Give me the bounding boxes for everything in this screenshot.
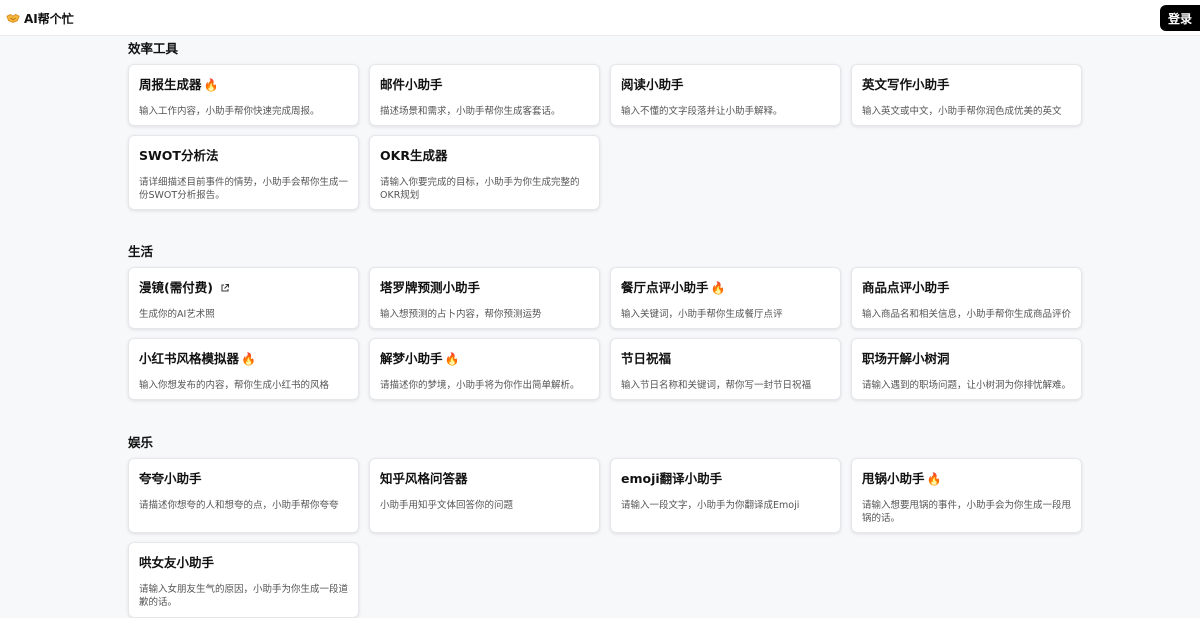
card-description: 输入想预测的占卜内容，帮你预测运势: [380, 309, 542, 320]
top-navigation-bar: AI帮个忙 登录: [0, 0, 1200, 36]
card-description: 请描述你想夸的人和想夸的点，小助手帮你夸夸: [139, 500, 339, 511]
card-title: 漫镜(需付费): [139, 280, 213, 295]
card-title: 周报生成器: [139, 77, 202, 92]
section-title-life: 生活: [128, 244, 154, 259]
login-button[interactable]: 登录: [1160, 5, 1200, 31]
tool-card-manjing[interactable]: 漫镜(需付费) 生成你的AI艺术照: [128, 267, 359, 329]
card-title: 塔罗牌预测小助手: [380, 280, 481, 295]
card-title: 哄女友小助手: [139, 555, 215, 570]
card-description: 描述场景和需求，小助手帮你生成客套话。: [380, 106, 561, 117]
card-title: OKR生成器: [380, 148, 448, 163]
card-description: 输入节日名称和关键词，帮你写一封节日祝福: [621, 380, 812, 391]
card-description: 输入工作内容，小助手帮你快速完成周报。: [139, 106, 320, 117]
card-title: 节日祝福: [621, 351, 672, 366]
tool-card-weekly-report[interactable]: 周报生成器 🔥 输入工作内容，小助手帮你快速完成周报。: [128, 64, 359, 126]
card-title: 知乎风格问答器: [380, 471, 468, 486]
tool-card-okr[interactable]: OKR生成器 请输入你要完成的目标，小助手为你生成完整的OKR规划: [369, 135, 600, 210]
tool-card-email[interactable]: 邮件小助手 描述场景和需求，小助手帮你生成客套话。: [369, 64, 600, 126]
card-title: 夸夸小助手: [139, 471, 202, 486]
tool-card-product-review[interactable]: 商品点评小助手 输入商品名和相关信息，小助手帮你生成商品评价: [851, 267, 1082, 329]
card-title: 餐厅点评小助手: [621, 280, 709, 295]
brand-name: AI帮个忙: [24, 11, 74, 26]
card-title: 甩锅小助手: [862, 471, 925, 486]
card-title: 商品点评小助手: [862, 280, 950, 295]
card-title: SWOT分析法: [139, 148, 219, 163]
tool-card-festival-greeting[interactable]: 节日祝福 输入节日名称和关键词，帮你写一封节日祝福: [610, 338, 841, 400]
tool-card-swot[interactable]: SWOT分析法 请详细描述目前事件的情势，小助手会帮你生成一份SWOT分析报告。: [128, 135, 359, 210]
section-title-efficiency: 效率工具: [128, 41, 179, 56]
fire-icon: 🔥: [710, 281, 726, 295]
fire-icon: 🔥: [926, 472, 942, 486]
card-description: 输入关键词，小助手帮你生成餐厅点评: [621, 309, 783, 320]
card-title: 职场开解小树洞: [862, 351, 950, 366]
card-description: 生成你的AI艺术照: [139, 309, 215, 320]
card-description: 请输入遇到的职场问题，让小树洞为你排忧解难。: [862, 380, 1072, 391]
tool-card-english-writing[interactable]: 英文写作小助手 输入英文或中文，小助手帮你润色成优美的英文: [851, 64, 1082, 126]
card-description: 请详细描述目前事件的情势，小助手会帮你生成一份SWOT分析报告。: [139, 177, 349, 201]
card-description: 请输入你要完成的目标，小助手为你生成完整的OKR规划: [380, 177, 580, 201]
card-title: emoji翻译小助手: [621, 471, 723, 486]
card-description: 输入不懂的文字段落并让小助手解释。: [621, 106, 783, 117]
handshake-icon: [6, 13, 20, 23]
tool-card-blame-shift[interactable]: 甩锅小助手 🔥 请输入想要甩锅的事件，小助手会为你生成一段甩锅的话。: [851, 458, 1082, 533]
tool-card-zhihu[interactable]: 知乎风格问答器 小助手用知乎文体回答你的问题: [369, 458, 600, 533]
external-link-icon: [221, 284, 229, 292]
tool-card-praise[interactable]: 夸夸小助手 请描述你想夸的人和想夸的点，小助手帮你夸夸: [128, 458, 359, 533]
card-title: 解梦小助手: [380, 351, 443, 366]
tool-card-reading[interactable]: 阅读小助手 输入不懂的文字段落并让小助手解释。: [610, 64, 841, 126]
card-description: 请输入一段文字，小助手为你翻译成Emoji: [621, 500, 800, 511]
tool-card-xiaohongshu[interactable]: 小红书风格模拟器 🔥 输入你想发布的内容，帮你生成小红书的风格: [128, 338, 359, 400]
tool-card-emoji-translate[interactable]: emoji翻译小助手 请输入一段文字，小助手为你翻译成Emoji: [610, 458, 841, 533]
card-description: 输入商品名和相关信息，小助手帮你生成商品评价: [862, 309, 1072, 320]
card-description: 请描述你的梦境，小助手将为你作出简单解析。: [380, 380, 580, 391]
card-title: 英文写作小助手: [862, 77, 950, 92]
card-title: 小红书风格模拟器: [139, 351, 240, 366]
brand-logo[interactable]: AI帮个忙: [6, 10, 74, 26]
card-description: 输入你想发布的内容，帮你生成小红书的风格: [139, 380, 330, 391]
tool-card-workplace-treehole[interactable]: 职场开解小树洞 请输入遇到的职场问题，让小树洞为你排忧解难。: [851, 338, 1082, 400]
tool-card-restaurant-review[interactable]: 餐厅点评小助手 🔥 输入关键词，小助手帮你生成餐厅点评: [610, 267, 841, 329]
section-title-entertainment: 娱乐: [128, 435, 154, 450]
card-title: 邮件小助手: [380, 77, 443, 92]
fire-icon: 🔥: [444, 352, 460, 366]
card-description: 请输入女朋友生气的原因，小助手为你生成一段道歉的话。: [139, 584, 349, 608]
tool-card-dream[interactable]: 解梦小助手 🔥 请描述你的梦境，小助手将为你作出简单解析。: [369, 338, 600, 400]
fire-icon: 🔥: [203, 78, 219, 92]
tool-card-tarot[interactable]: 塔罗牌预测小助手 输入想预测的占卜内容，帮你预测运势: [369, 267, 600, 329]
card-description: 请输入想要甩锅的事件，小助手会为你生成一段甩锅的话。: [862, 500, 1072, 524]
card-description: 输入英文或中文，小助手帮你润色成优美的英文: [862, 106, 1062, 117]
card-description: 小助手用知乎文体回答你的问题: [380, 500, 514, 511]
tool-card-coax-girlfriend[interactable]: 哄女友小助手 请输入女朋友生气的原因，小助手为你生成一段道歉的话。: [128, 542, 359, 618]
fire-icon: 🔥: [241, 352, 256, 366]
card-title: 阅读小助手: [621, 77, 684, 92]
